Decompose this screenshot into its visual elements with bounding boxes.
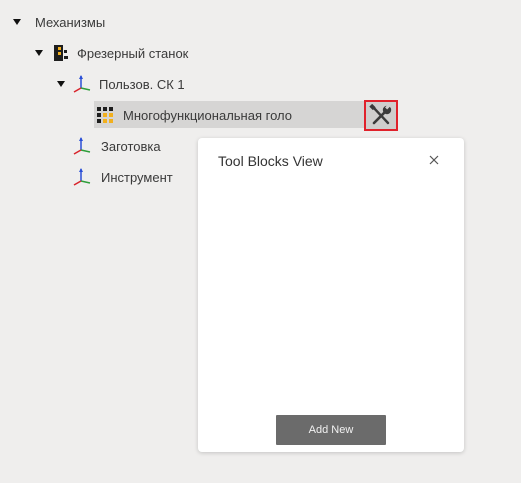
tree-item-workpiece[interactable]: Заготовка: [72, 135, 161, 157]
tree-item-multi-head[interactable]: Многофункциональная голо: [96, 104, 292, 126]
add-new-button[interactable]: Add New: [276, 415, 386, 445]
close-icon[interactable]: [426, 152, 442, 168]
multi-tool-head-icon: [96, 106, 114, 124]
tree-item-label: Заготовка: [101, 138, 161, 154]
tool-blocks-list: [198, 183, 464, 408]
coordinate-axes-icon: [72, 167, 92, 187]
milling-machine-icon: [52, 44, 70, 62]
tree-item-label: Механизмы: [35, 14, 106, 30]
tree-item-label: Фрезерный станок: [77, 45, 189, 61]
tool-blocks-button[interactable]: [364, 100, 398, 131]
expand-triangle-icon[interactable]: [35, 50, 43, 56]
wrench-screwdriver-icon: [369, 103, 393, 132]
tool-blocks-panel: Tool Blocks View Add New: [198, 138, 464, 452]
tree-item-milling-machine[interactable]: Фрезерный станок: [35, 42, 188, 64]
coordinate-axes-icon: [72, 74, 92, 94]
tree-item-user-cs[interactable]: Пользов. СК 1: [57, 73, 185, 95]
tree-item-mechanisms[interactable]: Механизмы: [13, 11, 105, 33]
tree-item-tool[interactable]: Инструмент: [72, 166, 173, 188]
panel-title: Tool Blocks View: [218, 153, 323, 169]
expand-triangle-icon[interactable]: [13, 19, 21, 25]
tree-item-label: Инструмент: [101, 169, 173, 185]
tree-item-label: Многофункциональная голо: [123, 107, 292, 123]
tree-item-label: Пользов. СК 1: [99, 76, 185, 92]
expand-triangle-icon[interactable]: [57, 81, 65, 87]
coordinate-axes-icon: [72, 136, 92, 156]
